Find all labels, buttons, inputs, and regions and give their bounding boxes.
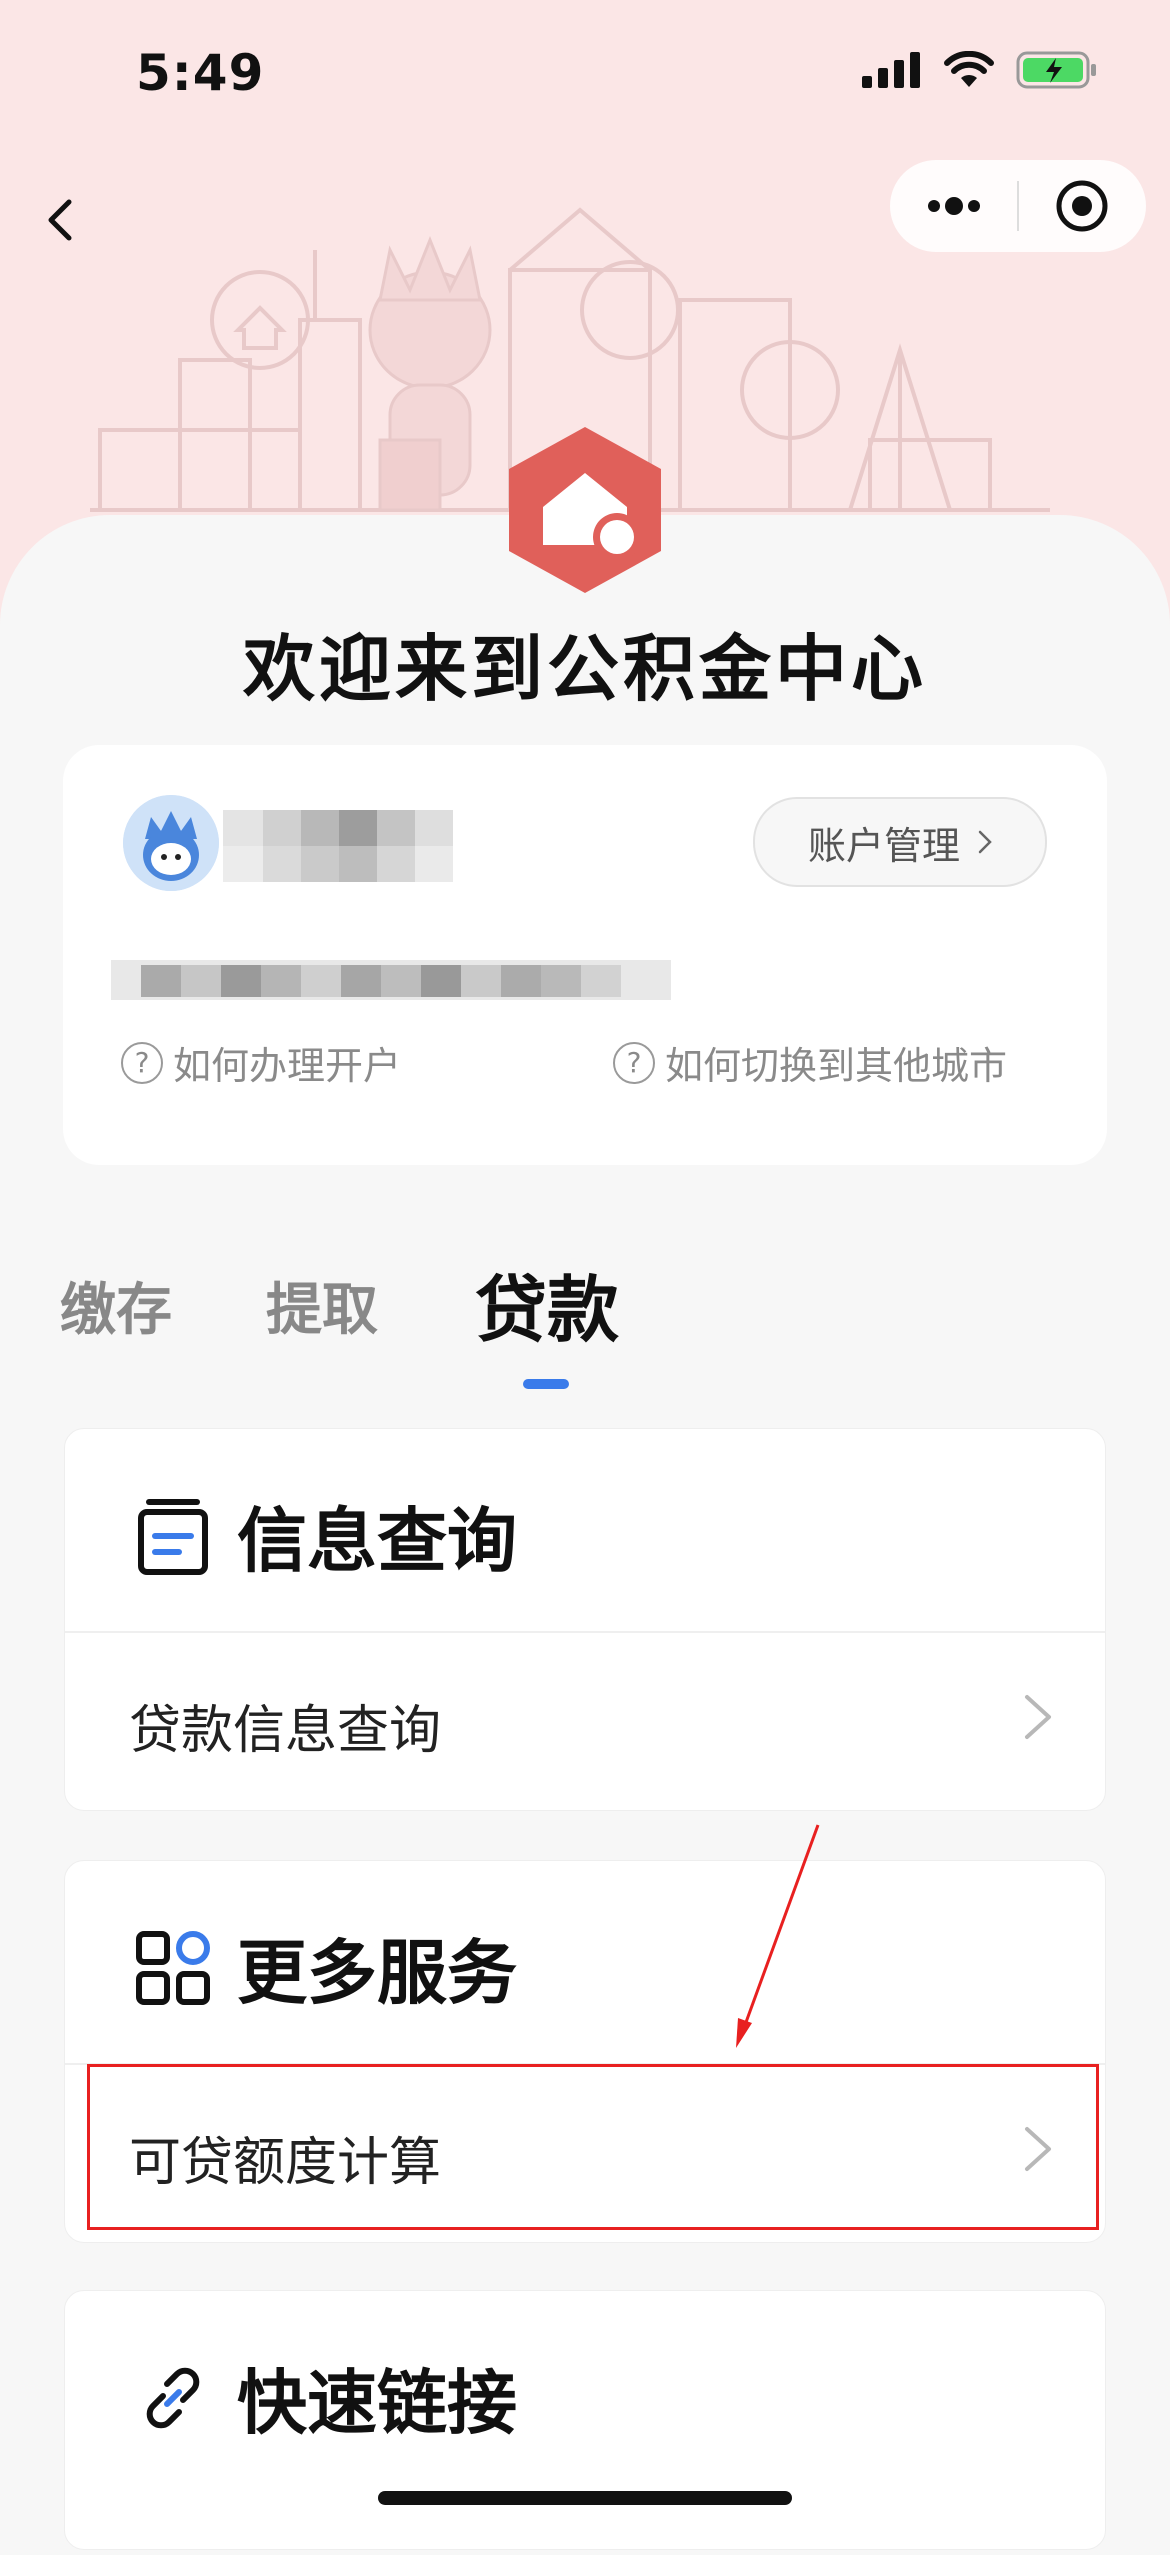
tab-loan[interactable]: 贷款: [475, 1251, 619, 1356]
chevron-left-icon: [48, 199, 72, 241]
mascot-avatar-icon: [123, 795, 219, 891]
signal-icon: [862, 52, 920, 88]
more-dots-icon: [927, 197, 980, 215]
help-open-label: 如何办理开户: [173, 1044, 402, 1088]
account-manage-label: 账户管理: [807, 823, 960, 868]
welcome-title: 欢迎来到公积金中心: [242, 627, 927, 711]
tab-withdraw[interactable]: 提取: [266, 1265, 378, 1346]
help-switch-city-link[interactable]: ? 如何切换到其他城市: [613, 1035, 1007, 1090]
info-query-title: 信息查询: [237, 1500, 517, 1582]
question-circle-icon: ?: [613, 1041, 655, 1084]
status-icons: [862, 50, 1098, 90]
housing-fund-logo: [509, 427, 661, 593]
chevron-right-icon: [1025, 1695, 1051, 1739]
more-button[interactable]: [890, 160, 1017, 252]
help-switch-label: 如何切换到其他城市: [665, 1044, 1008, 1088]
masked-user-name: [223, 810, 453, 882]
link-icon: [146, 2367, 200, 2428]
close-miniprogram-button[interactable]: [1019, 160, 1146, 252]
back-button[interactable]: [20, 180, 100, 260]
annotation-highlight-box: [87, 2064, 1099, 2230]
miniprogram-capsule: [890, 160, 1146, 252]
more-services-title: 更多服务: [237, 1932, 517, 2014]
battery-charging-icon: [1016, 51, 1096, 89]
active-tab-indicator: [523, 1379, 569, 1389]
info-query-header: 信息查询: [135, 1485, 517, 1586]
status-bar: 5:49: [0, 0, 1170, 150]
info-query-card: 信息查询 贷款信息查询: [64, 1428, 1106, 1811]
masked-account-number: [111, 960, 671, 1000]
chevron-right-icon: [978, 830, 992, 854]
status-time: 5:49: [136, 44, 265, 102]
account-manage-button[interactable]: 账户管理: [753, 797, 1047, 887]
quick-links-title: 快速链接: [237, 2362, 517, 2444]
grid-apps-icon: [136, 1930, 210, 2005]
target-icon: [1056, 180, 1108, 232]
help-open-account-link[interactable]: ? 如何办理开户: [121, 1035, 401, 1090]
quick-links-header: 快速链接: [135, 2347, 517, 2448]
question-circle-icon: ?: [121, 1041, 163, 1084]
loan-info-query-label: 贷款信息查询: [129, 1701, 442, 1761]
tab-deposit[interactable]: 缴存: [60, 1265, 172, 1346]
account-card: 账户管理 ? 如何办理开户 ? 如何切换到其他城市: [63, 745, 1107, 1165]
home-indicator: [378, 2491, 792, 2505]
document-icon: [138, 1498, 208, 1575]
quick-links-card: 快速链接: [64, 2290, 1106, 2550]
more-services-header: 更多服务: [135, 1917, 517, 2018]
loan-info-query-row[interactable]: 贷款信息查询: [65, 1633, 1105, 1811]
avatar: [123, 795, 219, 891]
wifi-icon: [944, 51, 994, 87]
